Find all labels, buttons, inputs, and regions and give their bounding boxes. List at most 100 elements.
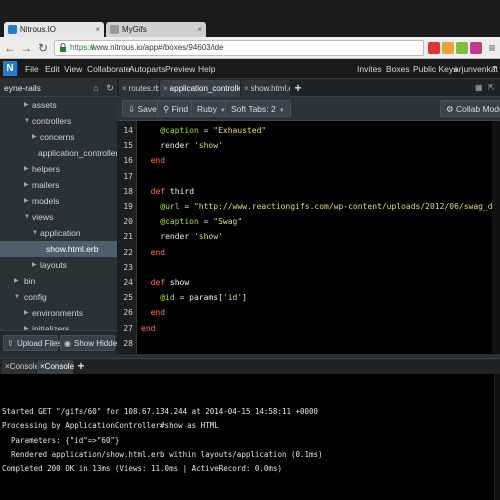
menu-view[interactable]: View	[64, 59, 82, 79]
tree-item-models[interactable]: ▶ models	[0, 193, 117, 209]
tree-item-helpers[interactable]: ▶ helpers	[0, 161, 117, 177]
menu-public-keys[interactable]: Public Keys	[413, 59, 457, 79]
tree-item-concerns[interactable]: ▶ concerns	[0, 129, 117, 145]
tree-item-initializers[interactable]: ▶ initializers	[0, 321, 117, 330]
address-bar[interactable]: https:// www.nitrous.io/app#/boxes/94603…	[54, 40, 424, 56]
code-token: "Swag"	[213, 217, 243, 227]
chevron-down-icon[interactable]: ▼	[491, 59, 498, 79]
console-line: Completed 200 OK in 13ms (Views: 11.0ms …	[2, 464, 282, 474]
chevron-right-icon: ▶	[14, 278, 19, 284]
editor-toolbar: ⇩ Save ⚲ Find Ruby ▼ Soft Tabs: 2 ▼ ⚙ Coll…	[117, 97, 500, 121]
console-line: Started GET "/gifs/60" for 108.67.134.24…	[2, 407, 319, 416]
tree-item-label: mailers	[32, 180, 60, 190]
refresh-icon[interactable]: ↻	[104, 81, 116, 95]
tree-item-assets[interactable]: ▶ assets	[0, 97, 117, 113]
chevron-right-icon: ▶	[32, 262, 37, 268]
line-number: 22	[123, 247, 133, 257]
tree-item-label: config	[24, 292, 47, 302]
tree-item-layouts[interactable]: ▶ layouts	[0, 257, 117, 273]
close-tab-icon[interactable]: ×	[163, 84, 168, 93]
tree-item-views[interactable]: ▼ views	[0, 209, 117, 225]
tree-item-controllers[interactable]: ▼ controllers	[0, 113, 117, 129]
find-button[interactable]: ⚲ Find	[157, 100, 195, 117]
soft-tabs-select[interactable]: Soft Tabs: 2 ▼	[225, 100, 291, 117]
home-icon[interactable]: ⌂	[90, 81, 102, 95]
editor-tab-label: application_controller.rb	[169, 84, 240, 93]
search-icon: ⚲	[163, 104, 170, 114]
console-tab-1[interactable]: ×Console	[2, 360, 39, 374]
reload-icon[interactable]: ↻	[36, 40, 50, 56]
back-arrow-icon[interactable]: ←	[3, 40, 17, 56]
code-token: @caption	[160, 126, 199, 135]
tree-item-show-html-erb[interactable]: show.html.erb	[0, 241, 117, 257]
browser-tab-label: Nitrous.IO	[20, 25, 57, 34]
code-token: render	[141, 141, 194, 151]
extension-icon[interactable]	[470, 42, 482, 54]
tree-item-label: concerns	[40, 132, 75, 142]
browser-tab-mygifs[interactable]: MyGifs ×	[106, 22, 206, 37]
new-tab-plus-icon[interactable]: +	[292, 80, 304, 96]
editor-tab-routes[interactable]: × routes.rb	[119, 80, 159, 97]
browser-menu-icon[interactable]: ≡	[485, 40, 499, 56]
tree-item-label: models	[32, 196, 60, 206]
code-token: render	[141, 232, 194, 242]
tree-item-bin[interactable]: ▶ bin	[0, 273, 117, 289]
tree-item-application-controller[interactable]: application_controller.rb	[0, 145, 117, 161]
extension-icon[interactable]	[428, 42, 440, 54]
extension-icon[interactable]	[456, 42, 468, 54]
new-console-plus-icon[interactable]: +	[75, 359, 87, 374]
tree-item-label: environments	[32, 308, 84, 318]
code-line: @id = params['id']	[141, 293, 247, 302]
code-line: def show	[141, 278, 190, 287]
menu-preview[interactable]: Preview	[165, 59, 195, 79]
save-icon: ⇩	[128, 104, 136, 114]
code-token: =	[198, 217, 214, 227]
editor-tab-show-html-erb[interactable]: ×show.html.erb	[241, 80, 290, 97]
close-tab-icon[interactable]: ×	[244, 84, 249, 93]
editor-scrollbar[interactable]	[492, 121, 500, 354]
tree-item-label: application	[40, 228, 81, 238]
forward-arrow-icon[interactable]: →	[19, 40, 33, 56]
tree-item-config[interactable]: ▼ config	[0, 289, 117, 305]
tree-item-environments[interactable]: ▶ environments	[0, 305, 117, 321]
console-scrollbar[interactable]	[494, 374, 500, 500]
browser-tab-nitrous[interactable]: Nitrous.IO ×	[4, 22, 104, 37]
tree-item-label: application_controller.rb	[38, 148, 117, 158]
menu-autoparts[interactable]: Autoparts	[129, 59, 165, 79]
close-tab-icon[interactable]: ×	[197, 22, 202, 37]
eye-icon: ◉	[64, 339, 71, 348]
tree-item-mailers[interactable]: ▶ mailers	[0, 177, 117, 193]
menu-help[interactable]: Help	[198, 59, 215, 79]
code-editor[interactable]: @caption = "Exhausted" render 'show' end…	[137, 121, 500, 354]
close-tab-icon[interactable]: ×	[95, 22, 100, 37]
code-line: end	[141, 308, 165, 317]
menu-boxes[interactable]: Boxes	[386, 59, 410, 79]
tree-item-application[interactable]: ▼ application	[0, 225, 117, 241]
line-number: 24	[123, 278, 133, 287]
menu-collaborate[interactable]: Collaborate	[87, 59, 130, 79]
split-view-icon[interactable]: ▦	[475, 82, 485, 94]
nitrous-logo[interactable]: N	[3, 61, 17, 76]
extension-icon[interactable]	[442, 42, 454, 54]
screen: Nitrous.IO × MyGifs × ← → ↻ https:// www…	[0, 0, 500, 500]
collab-mode-button[interactable]: ⚙ Collab Mode	[440, 100, 500, 117]
code-token: 'show'	[193, 232, 223, 242]
console-output[interactable]: Started GET "/gifs/60" for 108.67.134.24…	[0, 374, 500, 500]
editor-tab-application-controller[interactable]: ×application_controller.rb	[160, 80, 240, 97]
menu-file[interactable]: File	[25, 59, 39, 79]
line-number: 16	[123, 156, 133, 166]
show-hidden-button[interactable]: ◉ Show Hidden	[60, 335, 122, 351]
close-tab-icon[interactable]: ×	[122, 84, 127, 93]
code-token: = params[	[174, 293, 223, 303]
upload-files-button[interactable]: ⇧ Upload Files	[3, 335, 61, 351]
expand-icon[interactable]: ⇱	[488, 82, 498, 94]
menu-invites[interactable]: Invites	[357, 59, 382, 79]
console-tab-2[interactable]: ×Console	[37, 360, 74, 374]
line-number: 21	[123, 232, 133, 242]
code-line: render 'show'	[141, 141, 223, 150]
menu-edit[interactable]: Edit	[45, 59, 60, 79]
chevron-down-icon: ▼	[24, 214, 30, 220]
console-line: Rendered application/show.html.erb withi…	[2, 449, 323, 459]
